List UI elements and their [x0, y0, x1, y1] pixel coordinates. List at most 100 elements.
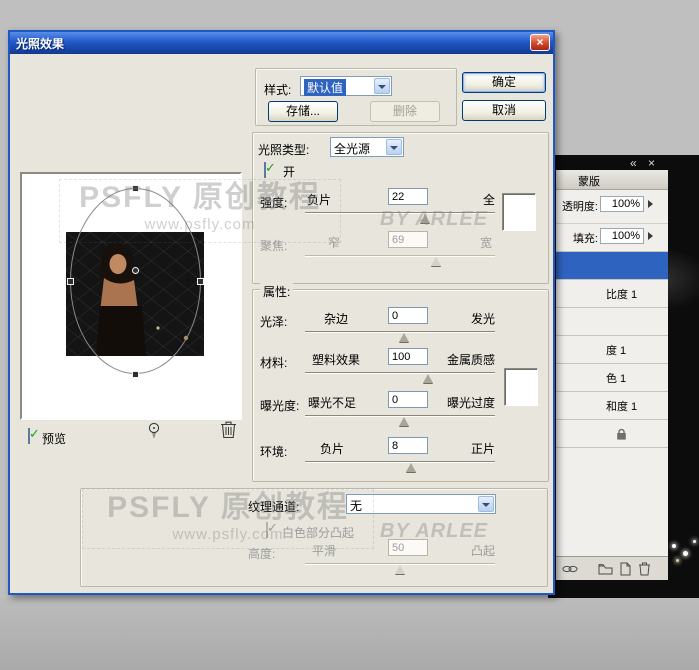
bokeh-light [683, 551, 688, 556]
preview-checkbox[interactable] [28, 428, 30, 444]
layer-row[interactable] [556, 420, 668, 448]
opacity-field[interactable]: 100% [600, 196, 644, 212]
gloss-min-label: 杂边 [324, 312, 349, 326]
ambience-label: 环境: [260, 445, 288, 459]
material-min-label: 塑料效果 [312, 353, 361, 367]
focus-max-label: 宽 [480, 236, 493, 250]
material-slider-thumb[interactable] [423, 374, 434, 383]
layer-row[interactable]: 和度 1 [556, 392, 668, 420]
focus-slider-thumb [431, 257, 442, 266]
gloss-max-label: 发光 [471, 312, 496, 326]
exposure-min-label: 曝光不足 [308, 396, 357, 410]
preview-label: 预览 [42, 432, 67, 446]
style-select-value: 默认值 [304, 79, 347, 96]
material-label: 材料: [260, 356, 288, 370]
light-handle-bottom[interactable] [133, 372, 138, 377]
panel-close-icon[interactable]: × [648, 156, 655, 170]
focus-input [388, 231, 428, 248]
chevron-down-icon[interactable] [374, 78, 390, 94]
layers-panel-tabbar: 蒙版 [556, 170, 668, 190]
material-slider[interactable] [305, 372, 495, 384]
watermark-url: www.psfly.com [172, 526, 284, 543]
bokeh-light [676, 559, 679, 562]
ambience-slider-thumb[interactable] [406, 463, 417, 472]
exposure-input[interactable] [388, 391, 428, 408]
layer-name: 和度 1 [606, 401, 638, 413]
gloss-input[interactable] [388, 307, 428, 324]
lighting-effects-dialog: 光照效果 × 样式: 默认值 存储... 删除 确定 取消 光照类型: 全光源 … [8, 30, 555, 595]
slider-track [305, 461, 495, 463]
watermark-url: www.psfly.com [144, 216, 256, 233]
bokeh-light [672, 544, 676, 548]
tab-mask[interactable]: 蒙版 [578, 173, 600, 189]
light-center-handle[interactable] [133, 268, 138, 273]
save-style-button[interactable]: 存储... [268, 101, 338, 122]
layer-name: 色 1 [606, 373, 627, 385]
chevron-down-icon[interactable] [478, 496, 494, 512]
light-type-label: 光照类型: [258, 143, 310, 157]
fill-field[interactable]: 100% [600, 228, 644, 244]
material-input[interactable] [388, 348, 428, 365]
properties-legend: 属性: [260, 283, 294, 300]
panel-collapse-icon[interactable]: « [630, 156, 637, 170]
opacity-spinner-icon[interactable] [648, 200, 653, 208]
watermark-stamp: PSFLY 原创教程 www.psfly.com [59, 179, 341, 243]
light-on-checkbox[interactable] [264, 162, 266, 178]
gloss-slider-thumb[interactable] [398, 333, 409, 342]
exposure-slider-thumb[interactable] [398, 417, 409, 426]
height-max-label: 凸起 [471, 544, 496, 558]
gloss-label: 光泽: [260, 315, 288, 329]
fill-spinner-icon[interactable] [648, 232, 653, 240]
new-layer-icon[interactable] [620, 562, 631, 576]
style-select[interactable]: 默认值 [300, 76, 392, 96]
material-max-label: 金属质感 [447, 353, 496, 367]
link-icon[interactable] [562, 563, 578, 575]
desktop-bottom-strip [0, 598, 699, 670]
watermark-title: PSFLY 原创教程 [107, 491, 349, 524]
delete-light-trash-icon[interactable] [220, 420, 237, 439]
ok-button[interactable]: 确定 [462, 72, 546, 93]
desktop: { "window": { "title": "光照效果", "close_gl… [0, 0, 699, 670]
layers-panel-bottom-bar [556, 556, 668, 580]
light-type-select[interactable]: 全光源 [330, 137, 404, 157]
cancel-button[interactable]: 取消 [462, 100, 546, 121]
ambience-slider[interactable] [305, 461, 495, 473]
ambient-color-swatch[interactable] [504, 368, 538, 406]
intensity-input[interactable] [388, 188, 428, 205]
light-handle-left[interactable] [68, 279, 73, 284]
exposure-max-label: 曝光过度 [447, 396, 496, 410]
close-button[interactable]: × [530, 34, 550, 51]
exposure-label: 曝光度: [260, 399, 300, 413]
light-on-label: 开 [283, 165, 296, 179]
layer-row[interactable]: 比度 1 [556, 280, 668, 308]
folder-icon[interactable] [598, 563, 613, 575]
trash-icon[interactable] [638, 561, 651, 576]
chevron-down-icon[interactable] [386, 139, 402, 155]
light-handle-right[interactable] [198, 279, 203, 284]
intensity-max-label: 全 [483, 193, 496, 207]
watermark-stamp: PSFLY 原创教程 www.psfly.com [82, 489, 374, 549]
layer-row-selected[interactable] [556, 252, 668, 280]
dialog-titlebar[interactable]: 光照效果 × [10, 32, 553, 54]
exposure-slider[interactable] [305, 415, 495, 427]
slider-track [305, 255, 495, 257]
layer-row[interactable]: 色 1 [556, 364, 668, 392]
height-slider [305, 563, 495, 575]
light-color-swatch[interactable] [502, 193, 536, 231]
style-label: 样式: [264, 83, 292, 97]
layer-name: 比度 1 [606, 289, 638, 301]
ambience-max-label: 正片 [471, 442, 496, 456]
gloss-slider[interactable] [305, 331, 495, 343]
bokeh-light [693, 540, 696, 543]
lock-icon [617, 428, 626, 440]
light-bulb-icon[interactable] [145, 421, 163, 440]
opacity-label: 透明度: [561, 201, 598, 213]
slider-track [305, 372, 495, 374]
layer-row[interactable]: 度 1 [556, 336, 668, 364]
watermark-byline: BY ARLEE [380, 208, 489, 230]
fill-row: 填充: 100% [556, 224, 668, 252]
layer-row[interactable] [556, 308, 668, 336]
layer-name: 度 1 [606, 345, 627, 357]
ambience-input[interactable] [388, 437, 428, 454]
watermark-title: PSFLY 原创教程 [79, 181, 321, 214]
